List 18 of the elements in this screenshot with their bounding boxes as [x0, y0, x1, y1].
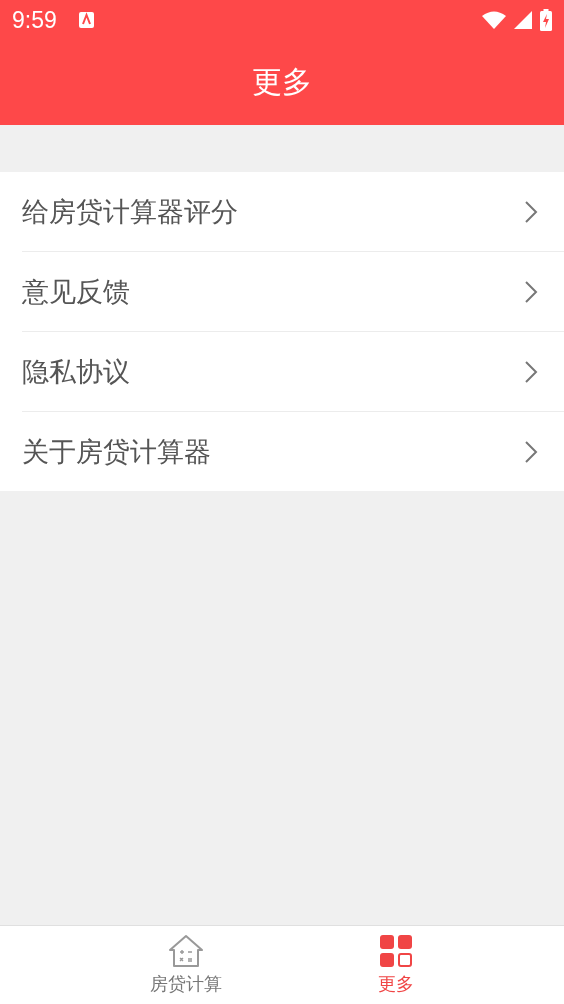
notification-icon	[78, 12, 94, 28]
menu-item[interactable]: 关于房贷计算器	[22, 412, 564, 491]
chevron-right-icon	[524, 359, 538, 384]
menu-item[interactable]: 给房贷计算器评分	[22, 172, 564, 252]
battery-icon	[540, 9, 552, 31]
menu-item[interactable]: 意见反馈	[22, 252, 564, 332]
chevron-right-icon	[524, 439, 538, 464]
wifi-icon	[482, 11, 506, 29]
nav-tab[interactable]: 更多	[372, 926, 420, 1004]
nav-tab[interactable]: 房贷计算	[144, 926, 228, 1004]
chevron-right-icon	[524, 279, 538, 304]
house-calculator-icon	[168, 934, 204, 968]
page-title: 更多	[252, 63, 312, 101]
status-time: 9:59	[12, 6, 57, 34]
grid-icon	[379, 934, 413, 968]
menu-item[interactable]: 隐私协议	[22, 332, 564, 412]
chevron-right-icon	[524, 199, 538, 224]
signal-icon	[514, 11, 532, 29]
